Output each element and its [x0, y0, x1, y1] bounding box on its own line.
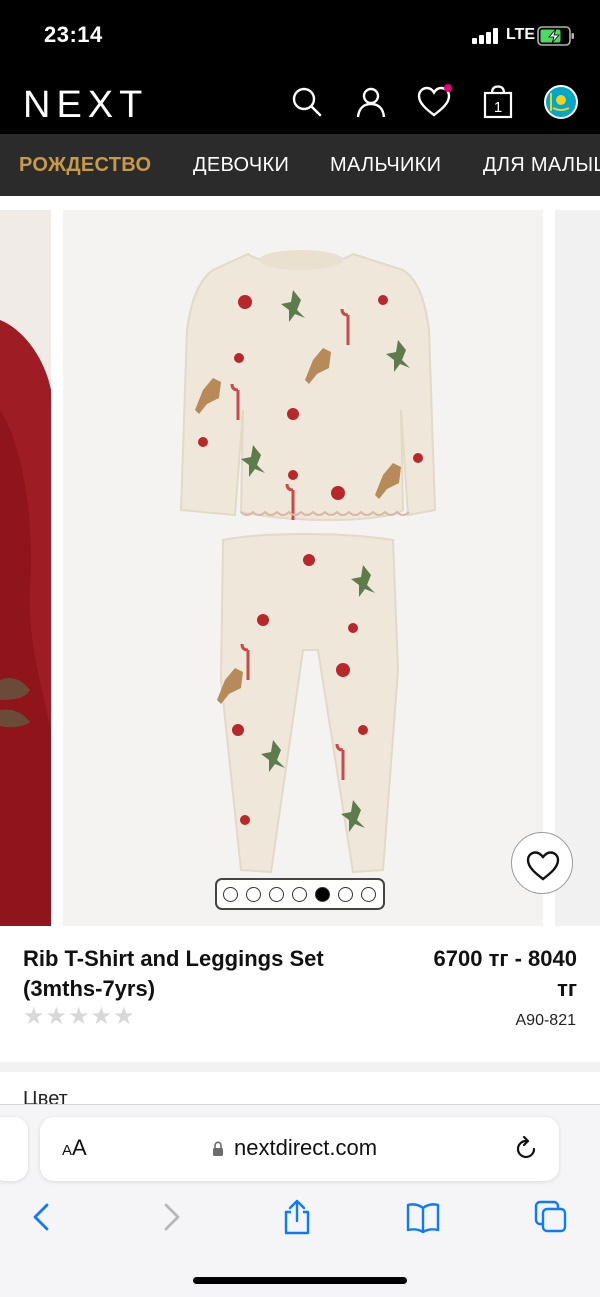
- bag-button[interactable]: 1: [480, 84, 516, 120]
- gallery-dot-7[interactable]: [361, 887, 376, 902]
- add-to-favourites-button[interactable]: [511, 832, 573, 894]
- rating-stars[interactable]: ★★★★★: [23, 1002, 136, 1031]
- reader-settings-button[interactable]: AA: [62, 1135, 87, 1161]
- heart-icon: [526, 851, 560, 881]
- gallery-dot-1[interactable]: [223, 887, 238, 902]
- share-icon[interactable]: [279, 1199, 315, 1235]
- account-icon[interactable]: [353, 84, 389, 120]
- product-title: Rib T-Shirt and Leggings Set (3mths-7yrs…: [23, 944, 353, 1004]
- search-icon[interactable]: [289, 84, 325, 120]
- star-icon: ★: [45, 1003, 69, 1030]
- next-product-image[interactable]: [555, 210, 600, 926]
- country-flag-icon[interactable]: [543, 84, 579, 120]
- product-title-line-2: (3mths-7yrs): [23, 976, 156, 1001]
- app-root: 23:14 LTE NEXT 1 РОЖДЕСТВО ДЕВОЧКИ МАЛЬЧ…: [0, 0, 600, 1297]
- forward-icon[interactable]: [153, 1199, 189, 1235]
- product-price-line-2: тг: [557, 976, 577, 1001]
- favourites-icon[interactable]: [416, 84, 452, 120]
- previous-tab-preview[interactable]: [0, 1117, 28, 1181]
- product-main-image[interactable]: [63, 210, 543, 926]
- home-indicator[interactable]: [193, 1277, 407, 1284]
- category-boys[interactable]: МАЛЬЧИКИ: [330, 154, 441, 177]
- status-bar: 23:14 LTE: [0, 0, 600, 70]
- network-label: LTE: [506, 26, 536, 43]
- gallery-dot-5[interactable]: [315, 887, 330, 902]
- product-title-line-1: Rib T-Shirt and Leggings Set: [23, 946, 324, 971]
- pyjama-set-photo: [63, 210, 543, 926]
- battery-charging-icon: [537, 26, 574, 46]
- aa-small: A: [62, 1142, 73, 1159]
- aa-large: A: [72, 1135, 87, 1160]
- category-babies[interactable]: ДЛЯ МАЛЫШЕЙ: [483, 154, 600, 177]
- star-icon: ★: [90, 1003, 114, 1030]
- url-text[interactable]: nextdirect.com: [234, 1135, 377, 1161]
- product-price-line-1: 6700 тг - 8040: [433, 946, 577, 971]
- section-divider: [0, 1062, 600, 1072]
- status-time: 23:14: [44, 22, 103, 47]
- red-garment-photo: [0, 210, 51, 926]
- reload-icon[interactable]: [512, 1135, 540, 1163]
- gallery-pagination[interactable]: [215, 878, 385, 910]
- category-girls[interactable]: ДЕВОЧКИ: [193, 154, 289, 177]
- product-price: 6700 тг - 8040 тг: [377, 944, 577, 1004]
- category-nav: РОЖДЕСТВО ДЕВОЧКИ МАЛЬЧИКИ ДЛЯ МАЛЫШЕЙ: [0, 134, 600, 196]
- tabs-icon[interactable]: [533, 1199, 569, 1235]
- address-bar[interactable]: AA nextdirect.com: [40, 1117, 559, 1181]
- bookmarks-icon[interactable]: [405, 1199, 441, 1235]
- gallery-dot-6[interactable]: [338, 887, 353, 902]
- lock-icon: [213, 1141, 223, 1156]
- star-icon: ★: [113, 1003, 136, 1030]
- shopping-bag-icon: 1: [483, 85, 513, 119]
- gallery-dot-4[interactable]: [292, 887, 307, 902]
- product-info: Rib T-Shirt and Leggings Set (3mths-7yrs…: [0, 940, 600, 1062]
- bag-count: 1: [494, 99, 502, 116]
- gallery-dot-2[interactable]: [246, 887, 261, 902]
- product-gallery[interactable]: [0, 196, 600, 940]
- product-sku: A90-821: [515, 1012, 577, 1029]
- category-christmas[interactable]: РОЖДЕСТВО: [19, 154, 151, 177]
- site-header: NEXT 1: [0, 70, 600, 134]
- gallery-dot-3[interactable]: [269, 887, 284, 902]
- signal-icon: [472, 28, 502, 44]
- browser-toolbar: AA nextdirect.com: [0, 1104, 600, 1297]
- next-logo[interactable]: NEXT: [23, 84, 148, 127]
- star-icon: ★: [68, 1003, 91, 1030]
- star-icon: ★: [23, 1003, 46, 1030]
- previous-product-image[interactable]: [0, 210, 51, 926]
- back-icon[interactable]: [24, 1199, 60, 1235]
